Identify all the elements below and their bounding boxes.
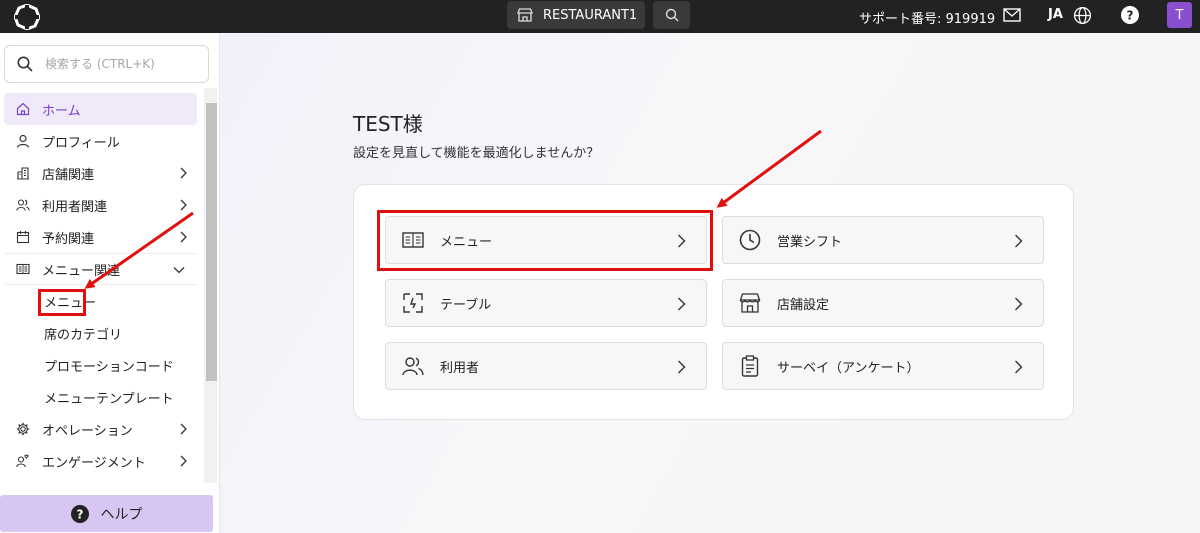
- sidebar-item-label: 店舗関連: [42, 167, 95, 183]
- sidebar-item-reservations[interactable]: 予約関連: [0, 221, 205, 253]
- tile-label: 営業シフト: [777, 234, 843, 250]
- sidebar-item-label: 利用者関連: [42, 199, 108, 215]
- help-label: ヘルプ: [100, 506, 143, 523]
- mail-icon[interactable]: [1003, 8, 1021, 22]
- svg-text:?: ?: [1127, 9, 1134, 23]
- chevron-right-icon: [678, 360, 686, 374]
- sidebar-item-label: メニュー関連: [42, 263, 121, 279]
- sidebar-item-menu-group[interactable]: メニュー関連: [4, 253, 197, 285]
- chevron-right-icon: [1015, 234, 1023, 248]
- sidebar-subitem-menu-template[interactable]: メニューテンプレート: [0, 381, 205, 413]
- sidebar-item-label: エンゲージメント: [42, 455, 146, 471]
- support-number: サポート番号: 919919: [859, 12, 996, 27]
- search-icon: [665, 8, 678, 22]
- sidebar-item-engagement[interactable]: エンゲージメント: [0, 445, 205, 477]
- chevron-right-icon: [1015, 360, 1023, 374]
- help-circle-icon: ?: [70, 504, 89, 523]
- tile-users[interactable]: 利用者: [385, 342, 707, 390]
- language-label[interactable]: JA: [1048, 7, 1063, 22]
- person-icon: [16, 134, 30, 148]
- tile-label: 利用者: [440, 360, 480, 376]
- help-button[interactable]: ? ヘルプ: [0, 495, 213, 532]
- sidebar-subitem-seat-category[interactable]: 席のカテゴリ: [0, 317, 205, 349]
- sidebar-item-home[interactable]: ホーム: [4, 93, 197, 125]
- book-icon: [16, 263, 30, 275]
- sidebar: ホーム プロフィール 店舗関連 利用者関連 予約関連 メニュー関連 メニュー: [0, 33, 220, 533]
- sidebar-search[interactable]: [4, 45, 209, 83]
- global-search-button[interactable]: [653, 1, 690, 29]
- tile-store-settings[interactable]: 店舗設定: [722, 279, 1044, 327]
- table-icon: [403, 293, 423, 313]
- sidebar-subitem-promo-code[interactable]: プロモーションコード: [0, 349, 205, 381]
- globe-icon[interactable]: [1073, 6, 1092, 25]
- main-content: TEST様 設定を見直して機能を最適化しませんか？ メニュー 営業シフト テーブ…: [221, 33, 1200, 533]
- top-bar: RESTAURANT1 サポート番号: 919919 JA ? T: [0, 0, 1200, 33]
- page-subtitle: 設定を見直して機能を最適化しませんか？: [353, 146, 600, 161]
- svg-text:?: ?: [76, 507, 83, 521]
- sidebar-item-profile[interactable]: プロフィール: [0, 125, 205, 157]
- sidebar-subitem-label: 席のカテゴリ: [44, 327, 123, 343]
- chevron-down-icon: [173, 267, 185, 274]
- sidebar-nav: ホーム プロフィール 店舗関連 利用者関連 予約関連 メニュー関連 メニュー 席…: [0, 93, 205, 477]
- sidebar-item-label: オペレーション: [42, 423, 133, 439]
- chevron-right-icon: [678, 297, 686, 311]
- sidebar-item-label: プロフィール: [42, 135, 120, 151]
- page-title: TEST様: [353, 112, 423, 136]
- sidebar-item-label: ホーム: [42, 103, 81, 119]
- calendar-icon: [16, 231, 30, 244]
- chevron-right-icon: [180, 455, 187, 467]
- building-icon: [17, 167, 29, 180]
- app-logo-icon[interactable]: [14, 4, 40, 30]
- user-avatar[interactable]: T: [1167, 2, 1192, 28]
- tile-label: 店舗設定: [777, 297, 830, 313]
- sidebar-subitem-label: メニューテンプレート: [44, 391, 174, 407]
- chevron-right-icon: [180, 231, 187, 243]
- chevron-right-icon: [180, 423, 187, 435]
- clipboard-icon: [741, 355, 759, 377]
- storefront-icon: [739, 293, 761, 313]
- gear-icon: [16, 422, 30, 436]
- clock-icon: [739, 229, 761, 251]
- annotation-highlight-sidebar-menu: [38, 289, 86, 316]
- users-icon: [402, 357, 424, 376]
- tile-survey[interactable]: サーベイ（アンケート）: [722, 342, 1044, 390]
- sidebar-item-users[interactable]: 利用者関連: [0, 189, 205, 221]
- annotation-highlight-tile-menu: [377, 210, 713, 271]
- sidebar-item-operations[interactable]: オペレーション: [0, 413, 205, 445]
- help-circle-icon[interactable]: ?: [1121, 6, 1139, 24]
- tile-business-shift[interactable]: 営業シフト: [722, 216, 1044, 264]
- chevron-right-icon: [180, 167, 187, 179]
- users-icon: [16, 199, 30, 211]
- search-icon: [17, 56, 33, 72]
- sidebar-item-store[interactable]: 店舗関連: [0, 157, 205, 189]
- chevron-right-icon: [180, 199, 187, 211]
- tile-table[interactable]: テーブル: [385, 279, 707, 327]
- tile-label: テーブル: [440, 297, 492, 313]
- sidebar-search-input[interactable]: [45, 57, 195, 71]
- chevron-right-icon: [1015, 297, 1023, 311]
- sidebar-item-label: 予約関連: [42, 231, 95, 247]
- sidebar-subitem-menu[interactable]: メニュー: [0, 285, 205, 317]
- sidebar-scrollbar-thumb[interactable]: [206, 103, 217, 381]
- store-selector-button[interactable]: RESTAURANT1: [507, 1, 645, 29]
- store-name: RESTAURANT1: [543, 7, 638, 23]
- home-icon: [16, 102, 30, 116]
- store-icon: [517, 8, 533, 22]
- engagement-icon: [16, 454, 29, 468]
- tile-label: サーベイ（アンケート）: [777, 360, 920, 376]
- sidebar-subitem-label: プロモーションコード: [44, 359, 174, 375]
